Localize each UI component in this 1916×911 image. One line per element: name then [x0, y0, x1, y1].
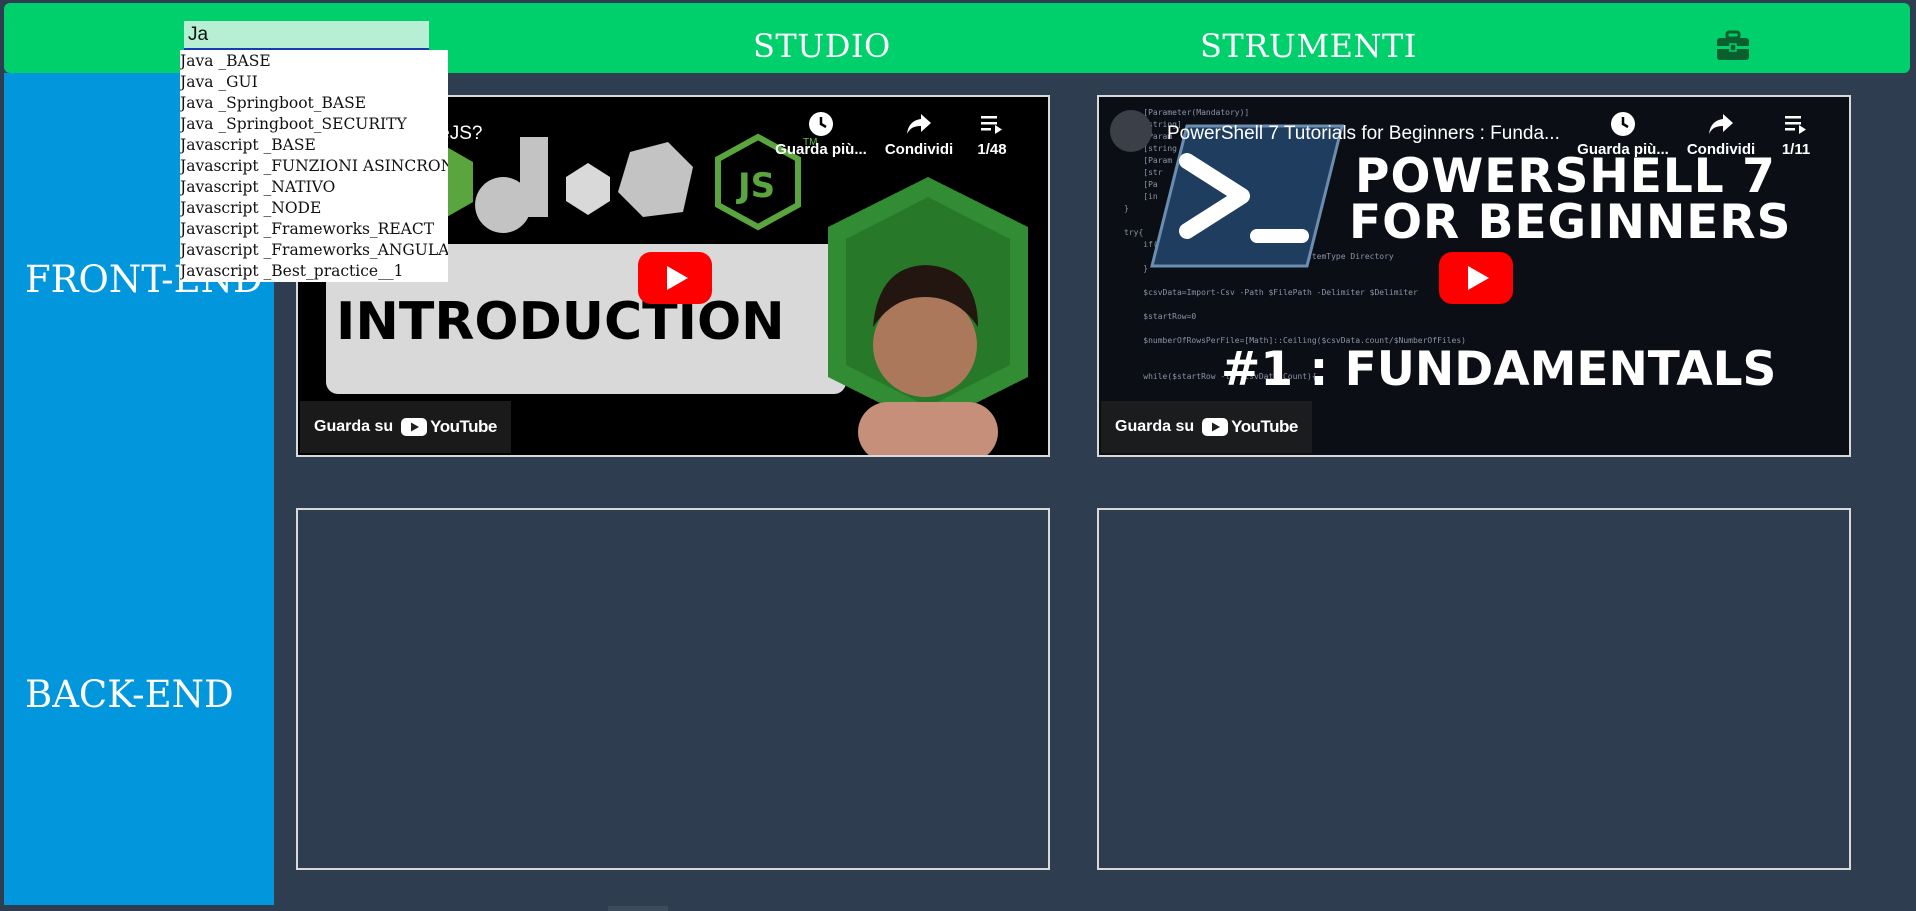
- playlist-icon: [1785, 116, 1806, 134]
- youtube-logo: YouTube: [401, 417, 497, 437]
- thumbnail-headline-2: FOR BEGINNERS: [1349, 195, 1792, 250]
- suggestion-item[interactable]: Java _GUI: [180, 72, 448, 93]
- app-frame: STUDIO STRUMENTI Java _BASE Java _GUI Ja…: [0, 0, 1916, 911]
- thumbnail-headline: INTRODUCTION: [336, 292, 785, 352]
- share-label: Condividi: [1686, 141, 1756, 158]
- watch-on-label: Guarda su: [314, 418, 394, 435]
- suggestion-item[interactable]: Javascript _Frameworks_ANGULAR: [180, 240, 448, 261]
- bottom-scroll-indicator: [608, 906, 668, 911]
- clock-icon: [1611, 112, 1635, 136]
- watch-later-button[interactable]: Guarda più...: [1568, 111, 1678, 158]
- watch-later-button[interactable]: Guarda più...: [766, 111, 876, 158]
- youtube-logo-icon: [1202, 418, 1229, 436]
- video-embed-powershell[interactable]: [Parameter(Mandatory)] [string] [Param […: [1097, 95, 1851, 457]
- playlist-count: 1/11: [1781, 141, 1811, 158]
- search-input[interactable]: [184, 21, 429, 50]
- share-icon: [1709, 114, 1733, 134]
- suggestion-item[interactable]: Javascript _NODE: [180, 198, 448, 219]
- toolbox-icon[interactable]: [1716, 30, 1750, 62]
- youtube-logo: YouTube: [1202, 417, 1298, 437]
- video-title[interactable]: PowerShell 7 Tutorials for Beginners : F…: [1167, 123, 1560, 145]
- suggestion-item[interactable]: Java _BASE: [180, 51, 448, 72]
- suggestion-item[interactable]: Java _Springboot_SECURITY: [180, 114, 448, 135]
- channel-avatar[interactable]: [1109, 109, 1153, 153]
- playlist-count: 1/48: [977, 141, 1007, 158]
- share-icon: [907, 114, 931, 134]
- youtube-logo-icon: [401, 418, 428, 436]
- nav-link-studio[interactable]: STUDIO: [753, 27, 891, 65]
- suggestion-item[interactable]: Javascript _NATIVO: [180, 177, 448, 198]
- suggestion-item[interactable]: Javascript _Best_practice__1: [180, 261, 448, 282]
- youtube-wordmark: YouTube: [1231, 417, 1298, 436]
- playlist-button[interactable]: 1/48: [952, 111, 1032, 158]
- suggestion-item[interactable]: Javascript _Frameworks_REACT: [180, 219, 448, 240]
- nav-link-strumenti[interactable]: STRUMENTI: [1200, 27, 1417, 65]
- thumbnail-headline-3: #1 : FUNDAMENTALS: [1221, 342, 1777, 397]
- share-label: Condividi: [884, 141, 954, 158]
- clock-icon: [809, 112, 833, 136]
- youtube-play-icon[interactable]: [638, 252, 712, 304]
- youtube-wordmark: YouTube: [430, 417, 497, 436]
- video-embed-empty-1[interactable]: [296, 508, 1050, 870]
- suggestion-item[interactable]: Javascript _FUNZIONI ASINCRONE: [180, 156, 448, 177]
- watch-on-label: Guarda su: [1115, 418, 1195, 435]
- video-embed-empty-2[interactable]: [1097, 508, 1851, 870]
- sidebar-label-back-end: BACK-END: [25, 673, 234, 716]
- suggestion-item[interactable]: Javascript _BASE: [180, 135, 448, 156]
- watch-on-youtube-button[interactable]: Guarda su YouTube: [1101, 401, 1312, 453]
- playlist-icon: [981, 116, 1002, 134]
- watch-on-youtube-button[interactable]: Guarda su YouTube: [300, 401, 511, 453]
- watch-later-label: Guarda più...: [775, 141, 867, 158]
- playlist-button[interactable]: 1/11: [1756, 111, 1836, 158]
- youtube-play-icon[interactable]: [1439, 252, 1513, 304]
- search-suggestions-dropdown: Java _BASE Java _GUI Java _Springboot_BA…: [180, 50, 448, 282]
- watch-later-label: Guarda più...: [1577, 141, 1669, 158]
- suggestion-item[interactable]: Java _Springboot_BASE: [180, 93, 448, 114]
